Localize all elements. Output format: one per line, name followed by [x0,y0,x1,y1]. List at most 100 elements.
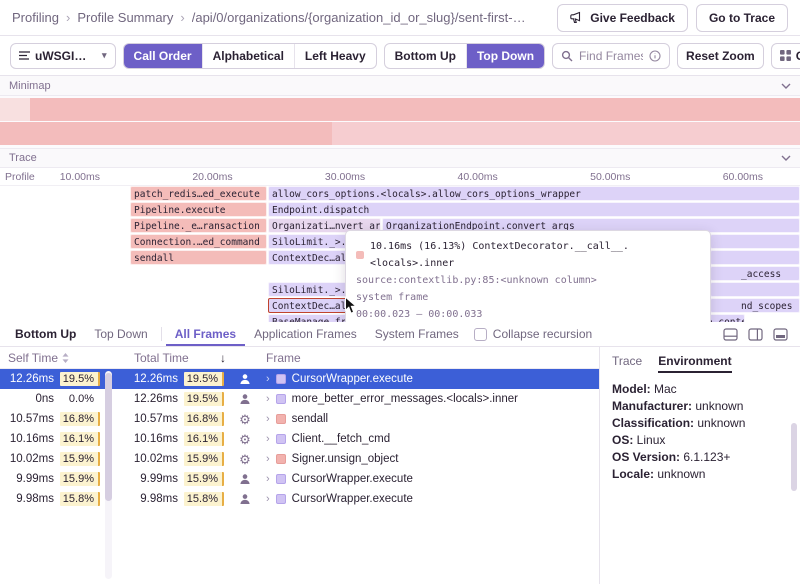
direction-top-down-button[interactable]: Top Down [466,44,544,68]
flame-frame[interactable]: ContextDec…als>.i… [268,298,348,313]
total-time-value: 12.26ms [134,373,178,385]
flame-frame[interactable]: sendall [130,250,267,265]
expand-chevron-icon[interactable]: › [266,453,270,465]
go-to-trace-button[interactable]: Go to Trace [696,4,788,32]
info-icon[interactable] [649,50,661,62]
frame-name: CursorWrapper.execute [292,493,413,505]
thread-selector[interactable]: uWSGIWor… ▾ [10,43,116,69]
flame-frame[interactable]: SiloLimit._>.over [268,234,348,249]
field-label: Classification: [612,416,694,430]
tab-bottom-up[interactable]: Bottom Up [6,322,85,346]
flame-frame[interactable]: patch_redis…ed_execute [130,186,267,201]
frame-cell[interactable]: ›CursorWrapper.execute [258,373,599,385]
minimap-canvas[interactable] [0,96,800,148]
frame-cell[interactable]: ›more_better_error_messages.<locals>.inn… [258,393,599,405]
flame-frame[interactable]: Endpoint.dispatch [268,202,800,217]
application-frame-icon [232,373,258,385]
layout-dock-right-icon[interactable] [748,328,763,341]
details-scrollbar[interactable] [791,423,797,491]
flame-frame[interactable]: Connection.…ed_command [130,234,267,249]
frame-cell[interactable]: ›Client.__fetch_cmd [258,433,599,445]
frame-table-row[interactable]: 12.26ms19.5%12.26ms19.5%›CursorWrapper.e… [0,369,599,389]
frame-color-swatch [276,394,286,404]
flame-frame[interactable]: BaseManage…from_cache [268,314,354,322]
tab-system-frames[interactable]: System Frames [366,322,468,346]
application-frame-icon [232,393,258,405]
tab-trace[interactable]: Trace [612,354,642,373]
self-weight-badge: 15.9% [60,452,100,466]
frame-table-row[interactable]: 10.16ms16.1%10.16ms16.1%⚙›Client.__fetch… [0,429,599,449]
self-weight-badge: 16.8% [60,412,100,426]
total-time-cell: 12.26ms 19.5% [112,372,232,386]
expand-chevron-icon[interactable]: › [266,413,270,425]
frame-tooltip: 10.16ms (16.13%) ContextDecorator.__call… [345,230,711,322]
frame-table-row[interactable]: 9.99ms15.9%9.99ms15.9%›CursorWrapper.exe… [0,469,599,489]
direction-bottom-up-button[interactable]: Bottom Up [385,44,466,68]
frame-cell[interactable]: ›sendall [258,413,599,425]
flame-frame[interactable] [710,234,800,249]
collapse-recursion-control[interactable]: Collapse recursion [468,322,592,346]
sorting-call-order-button[interactable]: Call Order [124,44,202,68]
mouse-cursor [344,296,358,318]
flamegraph-view[interactable]: Profile 10.00ms20.00ms30.00ms40.00ms50.0… [0,168,800,322]
breadcrumb-profiling[interactable]: Profiling [12,10,59,25]
frame-table-row[interactable]: 10.02ms15.9%10.02ms15.9%⚙›Signer.unsign_… [0,449,599,469]
expand-chevron-icon[interactable]: › [266,473,270,485]
flame-frame[interactable]: allow_cors_options.<locals>.allow_cors_o… [268,186,800,201]
tooltip-title-row: 10.16ms (16.13%) ContextDecorator.__call… [356,238,700,272]
flamegraph-toolbar: uWSGIWor… ▾ Call Order Alphabetical Left… [0,36,800,76]
flame-frame[interactable]: Pipeline._e…ransaction [130,218,267,233]
tab-all-frames[interactable]: All Frames [166,322,245,346]
expand-chevron-icon[interactable]: › [266,493,270,505]
flame-frame[interactable]: Pipeline.execute [130,202,267,217]
flame-frame[interactable]: _access [710,266,800,281]
self-time-value: 12.26ms [10,373,54,385]
self-time-header[interactable]: Self Time [0,351,100,365]
frame-color-swatch [276,414,286,424]
flame-frame[interactable]: nd_scopes [710,298,800,313]
frame-cell[interactable]: › CursorWrapper.execute [258,493,599,505]
collapse-minimap-chevron-icon[interactable] [781,83,791,89]
expand-chevron-icon[interactable]: › [266,373,270,385]
trace-header: Trace [0,148,800,168]
search-input[interactable] [579,49,643,63]
expand-chevron-icon[interactable]: › [266,393,270,405]
total-time-cell: 10.16ms16.1% [112,432,232,446]
sorting-left-heavy-button[interactable]: Left Heavy [294,44,376,68]
details-panel: Trace Environment Model: MacManufacturer… [600,347,800,584]
expand-chevron-icon[interactable]: › [266,433,270,445]
layout-maximize-icon[interactable] [773,328,788,341]
frame-table-row[interactable]: 10.57ms16.8%10.57ms16.8%⚙›sendall [0,409,599,429]
collapse-trace-chevron-icon[interactable] [781,155,791,161]
self-time-value: 10.16ms [10,433,54,445]
system-frame-icon: ⚙ [232,433,258,446]
layout-dock-bottom-icon[interactable] [723,328,738,341]
frame-cell[interactable]: ›CursorWrapper.execute [258,473,599,485]
sorting-alphabetical-button[interactable]: Alphabetical [202,44,294,68]
tab-application-frames[interactable]: Application Frames [245,322,366,346]
frame-table-row[interactable]: 0ns0.0%12.26ms19.5%›more_better_error_me… [0,389,599,409]
tab-environment[interactable]: Environment [658,354,731,373]
frame-table-header: Self Time Total Time ↓ Frame [0,347,599,369]
color-coding-button[interactable]: Color Coding ▾ [771,43,800,69]
flame-frame[interactable] [710,250,800,265]
collapse-recursion-checkbox[interactable] [474,328,487,341]
self-time-cell: 10.57ms16.8% [0,412,100,426]
total-time-header[interactable]: Total Time ↓ [112,351,232,365]
breadcrumb-profile-summary[interactable]: Profile Summary [77,10,173,25]
self-time-header-label: Self Time [8,351,58,365]
flame-frame[interactable] [710,282,800,297]
frame-cell[interactable]: ›Signer.unsign_object [258,453,599,465]
total-weight-badge: 19.5% [184,372,224,386]
frame-color-swatch [276,454,286,464]
reset-zoom-button[interactable]: Reset Zoom [677,43,764,69]
frame-table-rows: 12.26ms19.5%12.26ms19.5%›CursorWrapper.e… [0,369,599,509]
table-scrollbar[interactable] [105,371,112,579]
flame-frame[interactable]: ContextDec…als>.i… [268,250,348,265]
frame-table-row[interactable]: 9.98ms15.8%9.98ms15.8%›CursorWrapper.exe… [0,489,599,509]
give-feedback-button[interactable]: Give Feedback [557,4,688,32]
minimap-title: Minimap [9,80,51,92]
flame-frame[interactable]: SiloLimit._>.over [268,282,348,297]
table-scrollbar-thumb[interactable] [105,373,112,501]
tab-top-down[interactable]: Top Down [85,322,156,346]
